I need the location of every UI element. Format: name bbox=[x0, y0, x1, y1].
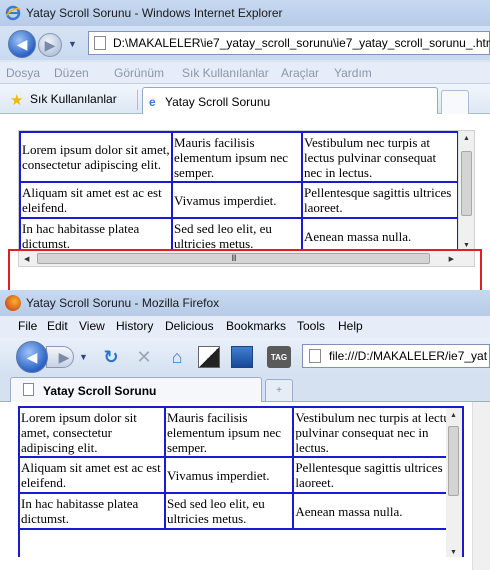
home-icon[interactable]: ⌂ bbox=[166, 346, 188, 368]
ff-menu-bar: File Edit View History Delicious Bookmar… bbox=[0, 316, 490, 338]
ie-scroll-container[interactable]: Lorem ipsum dolor sit amet, consectetur … bbox=[18, 130, 475, 267]
problem-highlight-box bbox=[8, 249, 482, 293]
ie-tab-active[interactable]: e Yatay Scroll Sorunu bbox=[142, 87, 438, 114]
ie-nav-bar: ◀ ▶ ▼ D:\MAKALELER\ie7_yatay_scroll_soru… bbox=[0, 26, 490, 60]
ff-window-title: Yatay Scroll Sorunu - Mozilla Firefox bbox=[26, 296, 220, 310]
ie-forward-button[interactable]: ▶ bbox=[38, 33, 62, 57]
table-row: Lorem ipsum dolor sit amet, consectetur … bbox=[19, 131, 459, 183]
reload-icon[interactable]: ↻ bbox=[100, 346, 122, 368]
ff-back-button[interactable]: ◀ bbox=[16, 341, 48, 373]
scroll-up-icon[interactable]: ▲ bbox=[450, 412, 457, 419]
table-cell: Pellentesque sagittis ultrices laoreet. bbox=[292, 456, 460, 494]
table-cell: Lorem ipsum dolor sit amet, consectetur … bbox=[19, 131, 173, 183]
ff-address-value: file:///D:/MAKALELER/ie7_yat bbox=[329, 349, 488, 363]
table-cell: Aliquam sit amet est ac est eleifend. bbox=[20, 456, 166, 494]
table-cell: Sed sed leo elit, eu ultricies metus. bbox=[163, 492, 295, 530]
scroll-up-icon[interactable]: ▲ bbox=[463, 135, 470, 142]
ff-scroll-container[interactable]: Lorem ipsum dolor sit amet, consectetur … bbox=[18, 406, 464, 557]
ie-favorites-bar: ★ Sık Kullanılanlar e Yatay Scroll Sorun… bbox=[0, 84, 490, 114]
forward-arrow-icon: ▶ bbox=[44, 36, 56, 53]
table-cell: Aliquam sit amet est ac est eleifend. bbox=[19, 181, 173, 219]
ie-history-dropdown-icon[interactable]: ▼ bbox=[68, 39, 77, 49]
ff-menu-edit[interactable]: Edit bbox=[47, 319, 68, 333]
ie-back-button[interactable]: ◀ bbox=[8, 30, 36, 58]
ff-new-tab-button[interactable]: + bbox=[265, 379, 293, 401]
ie-vertical-scroll-thumb[interactable] bbox=[461, 151, 472, 216]
ie-vertical-scrollbar[interactable]: ▲ ▼ bbox=[458, 131, 474, 252]
ff-menu-delicious[interactable]: Delicious bbox=[165, 319, 214, 333]
table-cell: Mauris facilisis elementum ipsum nec sem… bbox=[171, 131, 303, 183]
table-cell: Mauris facilisis elementum ipsum nec sem… bbox=[163, 408, 295, 458]
table-cell: In hac habitasse platea dictumst. bbox=[20, 492, 166, 530]
table-cell: Vivamus imperdiet. bbox=[171, 181, 303, 219]
ie-page-icon: e bbox=[149, 95, 156, 109]
screen-capture-icon[interactable] bbox=[198, 346, 220, 368]
ff-menu-file[interactable]: File bbox=[18, 319, 37, 333]
ie-menu-edit[interactable]: Düzen bbox=[54, 66, 89, 80]
ff-tab-strip: Yatay Scroll Sorunu + bbox=[0, 374, 490, 402]
ff-page-content: Lorem ipsum dolor sit amet, consectetur … bbox=[0, 402, 490, 570]
stop-icon[interactable]: ✕ bbox=[133, 346, 155, 368]
ff-title-bar: Yatay Scroll Sorunu - Mozilla Firefox bbox=[0, 290, 490, 316]
ff-address-bar[interactable]: file:///D:/MAKALELER/ie7_yat bbox=[302, 344, 490, 368]
window-icon[interactable] bbox=[231, 346, 253, 368]
ie-new-tab-button[interactable] bbox=[441, 90, 469, 114]
ie-window: Yatay Scroll Sorunu - Windows Internet E… bbox=[0, 0, 490, 290]
ie-menu-view[interactable]: Görünüm bbox=[114, 66, 164, 80]
ff-nav-bar: ▶ ◀ ▼ ↻ ✕ ⌂ TAG file:///D:/MAKALELER/ie7… bbox=[0, 338, 490, 374]
scroll-down-icon[interactable]: ▼ bbox=[450, 549, 457, 556]
ie-menu-file[interactable]: Dosya bbox=[6, 66, 40, 80]
tag-label: TAG bbox=[270, 352, 288, 362]
table-row: Lorem ipsum dolor sit amet, consectetur … bbox=[20, 408, 460, 458]
table-row: Aliquam sit amet est ac est eleifend. Viv… bbox=[19, 181, 459, 219]
ff-vertical-scroll-thumb[interactable] bbox=[448, 426, 459, 496]
table-cell: Vivamus imperdiet. bbox=[163, 456, 295, 494]
page-icon bbox=[94, 36, 106, 50]
ff-menu-view[interactable]: View bbox=[79, 319, 105, 333]
ie-address-bar[interactable]: D:\MAKALELER\ie7_yatay_scroll_sorunu\ie7… bbox=[88, 31, 490, 55]
table-row: Aliquam sit amet est ac est eleifend. Viv… bbox=[20, 456, 460, 494]
table-cell: Lorem ipsum dolor sit amet, consectetur … bbox=[20, 408, 166, 458]
ff-menu-history[interactable]: History bbox=[116, 319, 153, 333]
table-cell: Vestibulum nec turpis at lectus pulvinar… bbox=[292, 408, 460, 458]
ie-logo-icon bbox=[5, 5, 21, 21]
ie-title-bar: Yatay Scroll Sorunu - Windows Internet E… bbox=[0, 0, 490, 26]
scroll-down-icon[interactable]: ▼ bbox=[463, 242, 470, 249]
table-cell: Vestibulum nec turpis at lectus pulvinar… bbox=[301, 131, 459, 183]
ie-menu-help[interactable]: Yardım bbox=[334, 66, 372, 80]
ie-tab-title: Yatay Scroll Sorunu bbox=[165, 95, 271, 109]
ff-vertical-scrollbar[interactable]: ▲ ▼ bbox=[446, 408, 462, 557]
firefox-logo-icon bbox=[5, 295, 21, 311]
ff-history-dropdown-icon[interactable]: ▼ bbox=[79, 352, 88, 362]
favorites-star-icon[interactable]: ★ bbox=[10, 91, 23, 109]
demo-table: Lorem ipsum dolor sit amet, consectetur … bbox=[20, 408, 460, 530]
divider bbox=[137, 90, 138, 110]
ie-favorites-button[interactable]: Sık Kullanılanlar bbox=[30, 92, 117, 106]
ff-menu-tools[interactable]: Tools bbox=[297, 319, 325, 333]
firefox-window: Yatay Scroll Sorunu - Mozilla Firefox Fi… bbox=[0, 290, 490, 570]
ff-forward-button[interactable]: ▶ bbox=[46, 346, 74, 368]
ie-address-value: D:\MAKALELER\ie7_yatay_scroll_sorunu\ie7… bbox=[113, 36, 490, 50]
back-arrow-icon: ◀ bbox=[16, 35, 28, 52]
ie-menu-favorites[interactable]: Sık Kullanılanlar bbox=[182, 66, 269, 80]
tag-icon[interactable]: TAG bbox=[267, 346, 291, 368]
table-cell: Aenean massa nulla. bbox=[292, 492, 460, 530]
ie-menu-tools[interactable]: Araçlar bbox=[281, 66, 319, 80]
table-row: In hac habitasse platea dictumst. Sed sed… bbox=[20, 492, 460, 530]
forward-arrow-icon: ▶ bbox=[58, 348, 70, 365]
ff-page-scrollbar[interactable] bbox=[472, 402, 490, 570]
table-cell: Pellentesque sagittis ultrices laoreet. bbox=[301, 181, 459, 219]
ff-tab-title: Yatay Scroll Sorunu bbox=[43, 384, 157, 398]
demo-table: Lorem ipsum dolor sit amet, consectetur … bbox=[19, 131, 459, 255]
ff-menu-help[interactable]: Help bbox=[338, 319, 363, 333]
ie-menu-bar: Dosya Düzen Görünüm Sık Kullanılanlar Ar… bbox=[0, 62, 490, 84]
ie-window-title: Yatay Scroll Sorunu - Windows Internet E… bbox=[26, 6, 283, 20]
page-icon bbox=[309, 349, 321, 363]
ff-menu-bookmarks[interactable]: Bookmarks bbox=[226, 319, 286, 333]
ff-tab-active[interactable]: Yatay Scroll Sorunu bbox=[10, 377, 262, 402]
page-icon bbox=[23, 383, 34, 396]
back-arrow-icon: ◀ bbox=[26, 348, 38, 365]
